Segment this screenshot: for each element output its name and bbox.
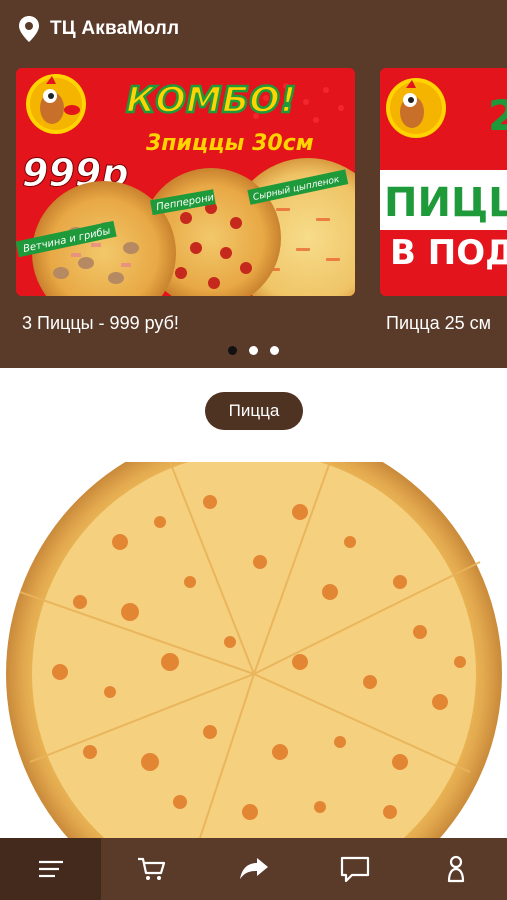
bottom-navigation — [0, 838, 507, 900]
chat-icon — [340, 856, 370, 883]
promo2-line1: ПИЦЦ — [384, 180, 507, 226]
pizza-image — [6, 462, 502, 838]
promo-banner-combo-art: КОМБО! 3пиццы 30см 999р Ветчина и грибы … — [16, 68, 355, 296]
promo-headline: КОМБО! — [126, 80, 296, 121]
promo-caption-2: Пицца 25 см — [386, 313, 492, 333]
promo-subheadline: 3пиццы 30см — [146, 131, 314, 156]
promo-banner-pizza-25[interactable]: 2 ПИЦЦ В ПОД — [380, 68, 507, 296]
carousel-dot[interactable] — [228, 346, 237, 355]
promo-caption-1: 3 Пиццы - 999 руб! — [22, 313, 179, 333]
carousel-dot[interactable] — [249, 346, 258, 355]
header: ТЦ АкваМолл КОМБО! 3пиццы 30см 999р Ветч… — [0, 0, 507, 368]
location-label: ТЦ АкваМолл — [50, 18, 180, 39]
nav-menu-button[interactable] — [0, 838, 102, 900]
category-image-pizza[interactable] — [0, 462, 507, 838]
promo2-line2: В ПОД — [390, 233, 507, 273]
share-icon — [239, 858, 268, 879]
profile-icon — [448, 855, 465, 883]
carousel-dot[interactable] — [270, 346, 279, 355]
carousel-pagination — [0, 346, 507, 356]
location-selector[interactable]: ТЦ АкваМолл — [18, 14, 179, 44]
promo2-headline: 2 — [488, 91, 507, 140]
menu-icon — [38, 860, 63, 878]
location-pin-icon — [19, 16, 39, 42]
promo-carousel[interactable]: КОМБО! 3пиццы 30см 999р Ветчина и грибы … — [0, 68, 507, 308]
category-pill-pizza[interactable]: Пицца — [205, 392, 303, 430]
promo-banner-combo[interactable]: КОМБО! 3пиццы 30см 999р Ветчина и грибы … — [16, 68, 355, 296]
nav-chat-button[interactable] — [304, 838, 405, 900]
cart-icon — [138, 857, 166, 880]
nav-share-button[interactable] — [203, 838, 304, 900]
nav-profile-button[interactable] — [406, 838, 507, 900]
promo-banner-pizza-25-art: 2 ПИЦЦ В ПОД — [380, 68, 507, 296]
nav-cart-button[interactable] — [101, 838, 202, 900]
